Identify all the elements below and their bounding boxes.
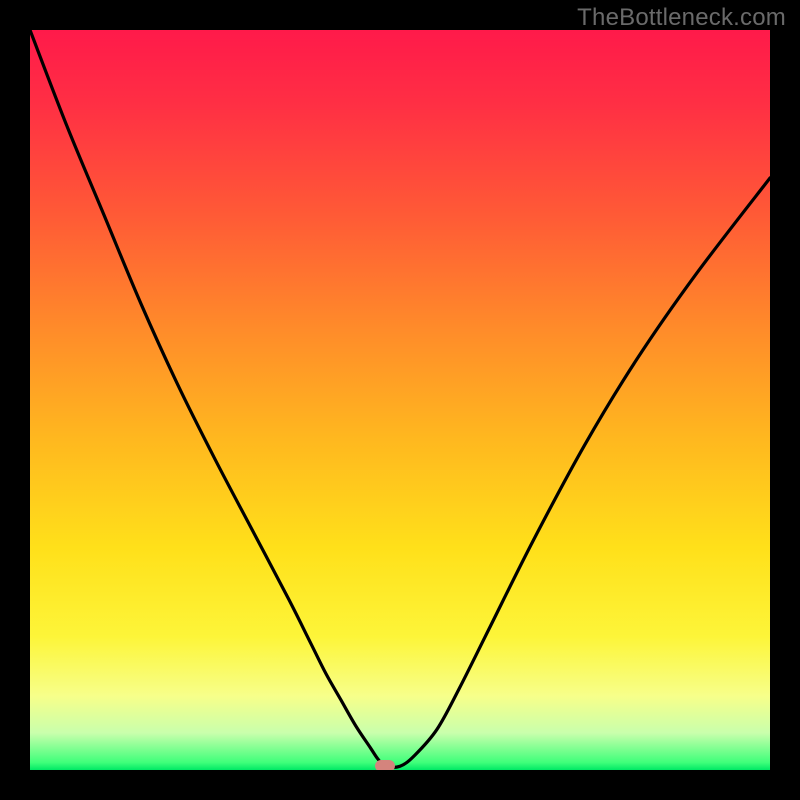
optimal-point-marker: [375, 760, 395, 770]
plot-area: [30, 30, 770, 770]
watermark-text: TheBottleneck.com: [577, 4, 786, 32]
chart-frame: TheBottleneck.com: [0, 0, 800, 800]
curve-svg: [30, 30, 770, 770]
bottleneck-curve-path: [30, 30, 770, 767]
